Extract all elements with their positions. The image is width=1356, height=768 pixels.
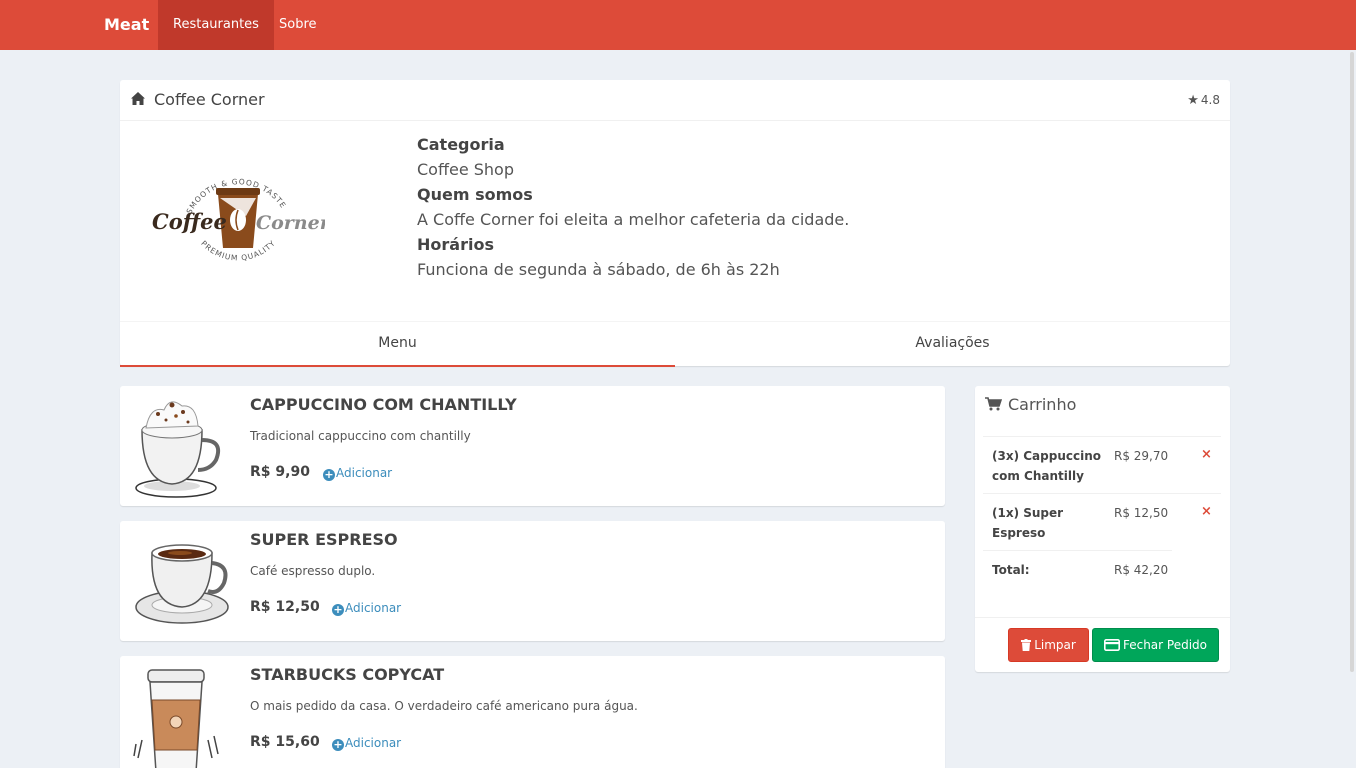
cart-item-price: R$ 12,50 (1114, 506, 1169, 520)
item-price: R$ 15,60 (250, 734, 320, 750)
scrollbar-thumb[interactable] (1350, 52, 1354, 672)
cart-item-row: (3x) Cappuccino com Chantilly R$ 29,70 × (983, 436, 1221, 493)
cart-item-price: R$ 29,70 (1114, 449, 1169, 463)
shopping-cart-icon (985, 397, 1002, 411)
star-icon: ★ (1187, 93, 1199, 108)
cart-header: Carrinho (985, 395, 1076, 414)
cart-total-value: R$ 42,20 (1114, 563, 1169, 577)
checkout-button[interactable]: Fechar Pedido (1092, 628, 1219, 662)
menu-item: CAPPUCCINO COM CHANTILLY Tradicional cap… (120, 386, 945, 506)
takeaway-cup-image (133, 669, 219, 768)
item-price: R$ 9,90 (250, 464, 310, 480)
hours-value: Funciona de segunda à sábado, de 6h às 2… (417, 260, 780, 279)
add-to-cart-button[interactable]: + Adicionar (332, 601, 401, 616)
item-title: STARBUCKS COPYCAT (250, 665, 445, 684)
plus-circle-icon: + (323, 468, 335, 481)
credit-card-icon (1103, 639, 1120, 651)
add-label: Adicionar (345, 736, 402, 750)
clear-cart-label: Limpar (1034, 638, 1076, 652)
cart-total-label: Total: (992, 563, 1030, 577)
menu-item: SUPER ESPRESO Café espresso duplo. R$ 12… (120, 521, 945, 641)
restaurant-logo: SMOOTH & GOOD TASTE PREMIUM QUALITY Coff… (152, 177, 325, 262)
category-value: Coffee Shop (417, 160, 514, 179)
tab-avaliacoes[interactable]: Avaliações (675, 322, 1230, 367)
cart-total-row: Total: R$ 42,20 (983, 550, 1172, 590)
logo-right-text: Corner (256, 212, 325, 234)
home-icon (131, 92, 145, 105)
cart-footer: Limpar Fechar Pedido (975, 617, 1230, 672)
item-price: R$ 12,50 (250, 599, 320, 615)
espresso-cup-image (135, 544, 229, 624)
item-title: CAPPUCCINO COM CHANTILLY (250, 395, 517, 414)
add-label: Adicionar (336, 466, 393, 480)
add-label: Adicionar (345, 601, 402, 615)
restaurant-header: Coffee Corner ★ 4.8 (120, 80, 1230, 121)
plus-circle-icon: + (332, 603, 344, 616)
remove-item-icon[interactable]: × (1201, 504, 1212, 519)
nav-restaurantes[interactable]: Restaurantes (158, 0, 274, 50)
brand-logo[interactable]: Meat (104, 15, 149, 34)
restaurant-info: Categoria Coffee Shop Quem somos A Coffe… (417, 132, 849, 282)
logo-left-text: Coffee (152, 209, 227, 234)
item-description: O mais pedido da casa. O verdadeiro café… (250, 699, 638, 713)
add-to-cart-button[interactable]: + Adicionar (323, 466, 392, 481)
remove-item-icon[interactable]: × (1201, 447, 1212, 462)
cart-items-table: (3x) Cappuccino com Chantilly R$ 29,70 ×… (983, 436, 1221, 590)
about-label: Quem somos (417, 185, 533, 204)
cart-title: Carrinho (1008, 395, 1077, 414)
restaurant-tabs: Menu Avaliações (120, 321, 1230, 367)
trash-icon (1021, 639, 1032, 651)
hours-label: Horários (417, 235, 494, 254)
cart-item-name: (3x) Cappuccino com Chantilly (992, 449, 1101, 483)
item-title: SUPER ESPRESO (250, 530, 398, 549)
cart-item-name: (1x) Super Espreso (992, 506, 1064, 540)
nav-sobre[interactable]: Sobre (264, 0, 332, 50)
menu-item: STARBUCKS COPYCAT O mais pedido da casa.… (120, 656, 945, 768)
shopping-cart-panel: Carrinho (3x) Cappuccino com Chantilly R… (975, 386, 1230, 672)
item-description: Café espresso duplo. (250, 564, 376, 578)
cart-item-row: (1x) Super Espreso R$ 12,50 × (983, 493, 1221, 550)
plus-circle-icon: + (332, 738, 344, 751)
tab-menu[interactable]: Menu (120, 322, 675, 367)
top-navbar: Meat Restaurantes Sobre (0, 0, 1356, 50)
add-to-cart-button[interactable]: + Adicionar (332, 736, 401, 751)
about-value: A Coffe Corner foi eleita a melhor cafet… (417, 210, 850, 229)
rating-value: 4.8 (1200, 93, 1220, 107)
restaurant-rating: ★ 4.8 (1187, 93, 1220, 108)
restaurant-name: Coffee Corner (154, 90, 265, 109)
checkout-label: Fechar Pedido (1122, 638, 1208, 652)
page-scrollbar[interactable] (1348, 50, 1356, 678)
restaurant-panel: Coffee Corner ★ 4.8 SMOOTH & GOOD TASTE P… (120, 80, 1230, 367)
cappuccino-cup-image (135, 401, 221, 498)
category-label: Categoria (417, 135, 505, 154)
clear-cart-button[interactable]: Limpar (1008, 628, 1089, 662)
item-description: Tradicional cappuccino com chantilly (250, 429, 471, 443)
